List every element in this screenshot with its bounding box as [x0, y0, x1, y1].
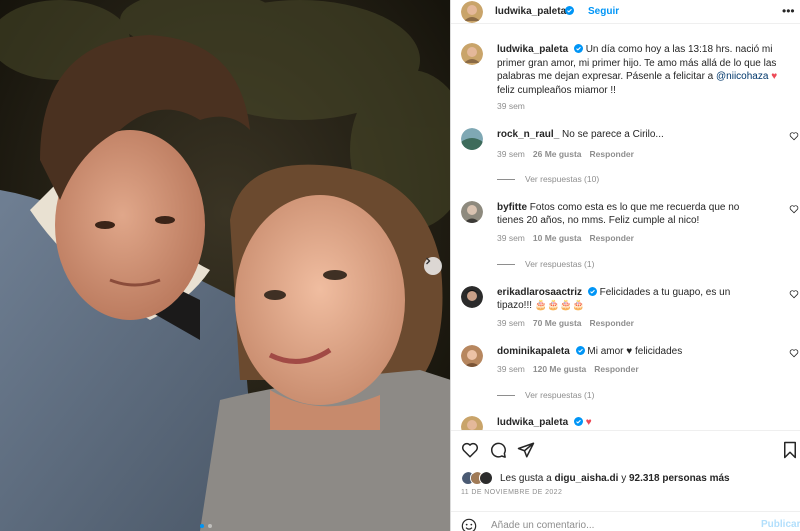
view-replies-button[interactable]: Ver respuestas (1) [497, 259, 594, 269]
comment-time: 39 sem [497, 318, 525, 328]
comment-body: Fotos como esta es lo que me recuerda qu… [497, 202, 740, 226]
comment-body: No se parece a Cirilo... [562, 129, 664, 140]
publish-button[interactable]: Publicar [761, 519, 800, 530]
comment-username[interactable]: dominikapaleta [497, 346, 570, 357]
replies-line [497, 178, 515, 180]
comment-avatar[interactable] [461, 345, 483, 367]
comment-username[interactable]: rock_n_raul_ [497, 129, 559, 140]
post-date: 11 DE NOVIEMBRE DE 2022 [461, 489, 563, 496]
verified-icon [565, 6, 574, 15]
comment-avatar[interactable] [461, 286, 483, 308]
comment-text: dominikapaleta Mi amor ♥ felicidades [497, 345, 767, 358]
carousel-next-button[interactable] [424, 257, 442, 275]
comment-likes[interactable]: 120 Me gusta [533, 364, 586, 374]
view-replies-label: Ver respuestas (1) [525, 390, 595, 400]
heart-icon[interactable] [789, 348, 799, 358]
likes-text: Les gusta a digu_aisha.di y 92.318 perso… [500, 473, 730, 484]
caption-time: 39 sem [497, 101, 525, 111]
heart-emoji: ♥ [771, 71, 778, 82]
comment-likes[interactable]: 26 Me gusta [533, 149, 582, 159]
caption-username[interactable]: ludwika_paleta [497, 44, 568, 55]
emoji-icon[interactable] [461, 518, 477, 531]
replies-line [497, 263, 515, 265]
reply-button[interactable]: Responder [590, 233, 634, 243]
reply-button[interactable]: Responder [590, 149, 634, 159]
caption-text: ludwika_paleta Un día como hoy a las 13:… [497, 43, 782, 97]
comment-composer: Publicar [451, 511, 800, 531]
author-avatar[interactable] [461, 1, 483, 23]
view-replies-label: Ver respuestas (10) [525, 174, 600, 184]
likes-prefix: Les gusta a [500, 472, 552, 484]
caption-body-2: feliz cumpleaños miamor !! [497, 84, 616, 96]
comment-avatar[interactable] [461, 128, 483, 150]
verified-icon [573, 417, 583, 426]
carousel-dots [200, 524, 212, 528]
reply-button[interactable]: Responder [590, 318, 634, 328]
comment-username[interactable]: erikadlarosaactriz [497, 287, 582, 298]
likes-count-link[interactable]: 92.318 personas más [629, 473, 730, 484]
post-actions-bar: Les gusta a digu_aisha.di y 92.318 perso… [451, 430, 800, 531]
likes-user-link[interactable]: digu_aisha.di [555, 473, 619, 484]
replies-line [497, 394, 515, 396]
comment-likes[interactable]: 70 Me gusta [533, 318, 582, 328]
comment-time: 39 sem [497, 233, 525, 243]
post-side-panel: ludwika_paleta Seguir ••• ludwika_paleta… [451, 0, 800, 531]
likes-summary: Les gusta a digu_aisha.di y 92.318 perso… [461, 471, 730, 485]
share-icon[interactable] [517, 441, 535, 459]
comment-text: ludwika_paleta ♥ [497, 416, 767, 429]
comment-username[interactable]: byfitte [497, 202, 527, 213]
heart-icon[interactable] [789, 204, 799, 214]
comment-username[interactable]: ludwika_paleta [497, 417, 568, 428]
comment-actions: 39 sem 26 Me gusta Responder [497, 149, 634, 159]
carousel-dot [208, 524, 212, 528]
comment-text: byfitte Fotos como esta es lo que me rec… [497, 201, 767, 227]
liker-avatar[interactable] [479, 471, 493, 485]
comment-body: ♥ [585, 417, 592, 428]
post-photo[interactable] [0, 0, 451, 531]
comment-time: 39 sem [497, 364, 525, 374]
caption-mention[interactable]: @niicohaza [716, 71, 768, 82]
comment-text: rock_n_raul_ No se parece a Cirilo... [497, 128, 767, 141]
comment-body: Mi amor ♥ felicidades [587, 346, 683, 357]
follow-button[interactable]: Seguir [588, 6, 619, 17]
view-replies-label: Ver respuestas (1) [525, 259, 595, 269]
comment-text: erikadlarosaactriz Felicidades a tu guap… [497, 286, 767, 312]
comment-actions: 39 sem 70 Me gusta Responder [497, 318, 634, 328]
reply-button[interactable]: Responder [594, 364, 638, 374]
verified-icon [575, 346, 585, 355]
caption-avatar[interactable] [461, 43, 483, 65]
comment-icon[interactable] [489, 441, 507, 459]
comment-avatar[interactable] [461, 201, 483, 223]
verified-icon [573, 44, 583, 53]
comment-actions: 39 sem 10 Me gusta Responder [497, 233, 634, 243]
heart-icon[interactable] [789, 131, 799, 141]
bookmark-icon[interactable] [781, 441, 799, 459]
heart-icon[interactable] [461, 441, 479, 459]
comment-input[interactable] [491, 518, 741, 531]
comment-actions: 39 sem 120 Me gusta Responder [497, 364, 639, 374]
carousel-dot-active [200, 524, 204, 528]
chevron-right-icon [426, 257, 431, 265]
comment-time: 39 sem [497, 149, 525, 159]
likes-mid: y [621, 472, 627, 484]
comment-likes[interactable]: 10 Me gusta [533, 233, 582, 243]
view-replies-button[interactable]: Ver respuestas (1) [497, 390, 594, 400]
heart-icon[interactable] [789, 289, 799, 299]
author-username[interactable]: ludwika_paleta [495, 6, 566, 17]
more-options-icon[interactable]: ••• [782, 4, 795, 18]
verified-icon [587, 287, 597, 296]
view-replies-button[interactable]: Ver respuestas (10) [497, 174, 599, 184]
post-header: ludwika_paleta Seguir ••• [451, 0, 800, 24]
photo-illustration [0, 0, 451, 531]
